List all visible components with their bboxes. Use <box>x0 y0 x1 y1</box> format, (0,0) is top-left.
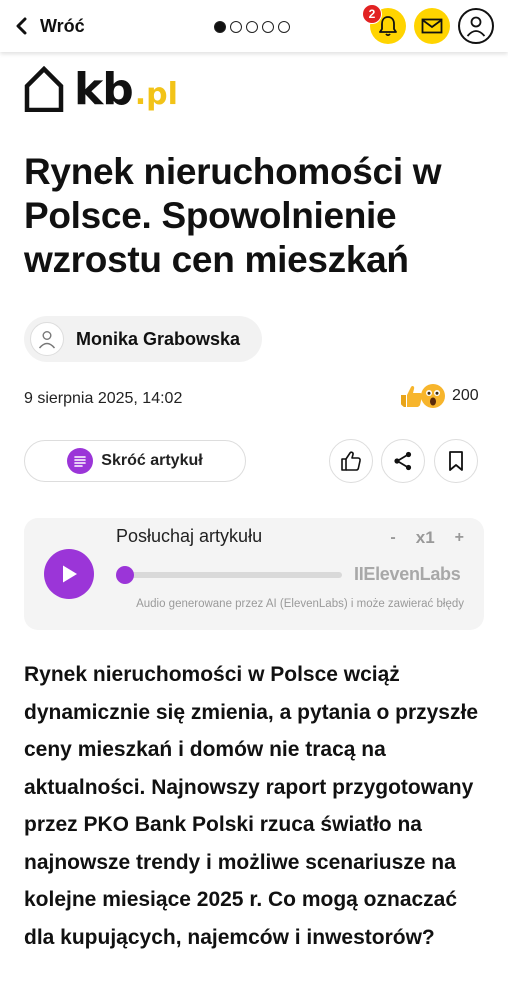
pager-dot[interactable] <box>214 21 226 33</box>
account-button[interactable] <box>458 8 494 44</box>
user-icon <box>466 16 486 37</box>
reaction-count: 200 <box>452 387 479 404</box>
elevenlabs-logo: IIElevenLabs <box>354 564 461 584</box>
pager-dot[interactable] <box>278 21 290 33</box>
site-logo[interactable]: kb .pl <box>24 66 178 112</box>
share-icon <box>394 451 412 471</box>
like-icon <box>341 451 361 471</box>
speed-value: x1 <box>415 528 435 547</box>
mail-icon <box>421 18 443 34</box>
play-button[interactable] <box>44 549 94 599</box>
pager-dot[interactable] <box>246 21 258 33</box>
share-button[interactable] <box>381 439 425 483</box>
user-icon <box>38 331 56 349</box>
progress-handle[interactable] <box>116 566 134 584</box>
audio-progress-bar[interactable] <box>116 566 342 584</box>
shorten-article-label: Skróć artykuł <box>101 452 203 469</box>
reactions[interactable]: 200 <box>398 383 479 409</box>
speed-decrease-button[interactable]: - <box>390 529 395 547</box>
audio-player: Posłuchaj artykułu - x1 + IIElevenLabs A… <box>24 518 484 630</box>
messages-button[interactable] <box>414 8 450 44</box>
bookmark-button[interactable] <box>434 439 478 483</box>
like-button[interactable] <box>329 439 373 483</box>
pager-dot[interactable] <box>262 21 274 33</box>
pager-dot[interactable] <box>230 21 242 33</box>
author-chip[interactable]: Monika Grabowska <box>24 316 262 362</box>
pager-dots <box>214 21 290 33</box>
logo-text: kb <box>74 64 134 115</box>
speed-control: - x1 + <box>390 528 464 548</box>
listen-label: Posłuchaj artykułu <box>116 526 263 546</box>
author-name: Monika Grabowska <box>76 328 241 349</box>
back-button[interactable]: Wróć <box>14 12 85 40</box>
audio-disclaimer: Audio generowane przez AI (ElevenLabs) i… <box>136 598 464 610</box>
shorten-article-button[interactable]: Skróć artykuł <box>24 440 246 482</box>
chevron-left-icon <box>16 17 27 35</box>
back-label: Wróć <box>40 15 85 36</box>
summary-icon <box>67 448 94 474</box>
top-bar: Wróć 2 <box>0 0 508 52</box>
surprised-emoji <box>421 384 445 408</box>
article-title: Rynek nieruchomości w Polsce. Spowolnien… <box>24 151 442 280</box>
speed-increase-button[interactable]: + <box>455 529 464 547</box>
article-lead: Rynek nieruchomości w Polsce wciąż dynam… <box>24 663 479 949</box>
notification-badge: 2 <box>362 4 382 24</box>
avatar <box>30 322 64 356</box>
logo-suffix: .pl <box>134 77 178 112</box>
publish-date: 9 sierpnia 2025, 14:02 <box>24 390 183 407</box>
play-icon <box>63 565 77 583</box>
bookmark-icon <box>449 451 463 471</box>
house-icon <box>24 66 64 112</box>
